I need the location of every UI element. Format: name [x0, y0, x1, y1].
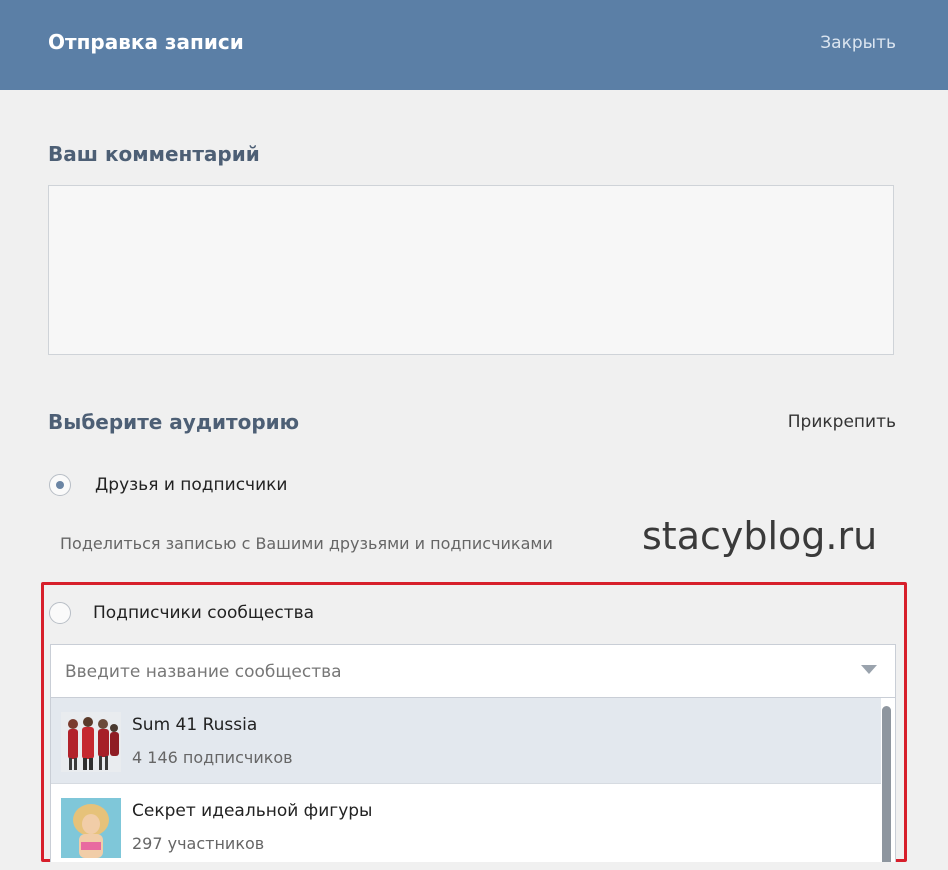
community-dropdown[interactable]: [50, 644, 896, 698]
audience-title: Выберите аудиторию: [48, 410, 300, 434]
band-photo-icon: [61, 712, 121, 772]
watermark-text: stacyblog.ru: [642, 514, 878, 558]
comment-title: Ваш комментарий: [48, 142, 260, 166]
friends-hint: Поделиться записью с Вашими друзьями и п…: [60, 534, 553, 553]
dialog-title: Отправка записи: [48, 30, 244, 54]
radio-friends[interactable]: [49, 474, 71, 496]
list-scrollbar[interactable]: [882, 706, 891, 862]
community-results-list: Sum 41 Russia 4 146 подписчиков Секрет и…: [50, 698, 896, 862]
community-search-input[interactable]: [63, 657, 847, 687]
list-item[interactable]: Секрет идеальной фигуры 297 участников: [51, 784, 881, 862]
community-count: 297 участников: [132, 834, 265, 853]
community-count: 4 146 подписчиков: [132, 748, 293, 767]
attach-link[interactable]: Прикрепить: [788, 412, 896, 432]
close-link[interactable]: Закрыть: [820, 33, 896, 53]
radio-community[interactable]: [49, 602, 71, 624]
community-name: Секрет идеальной фигуры: [132, 801, 373, 821]
dialog-header: Отправка записи Закрыть: [0, 0, 948, 90]
community-name: Sum 41 Russia: [132, 715, 258, 735]
chevron-down-icon[interactable]: [861, 665, 877, 674]
list-item[interactable]: Sum 41 Russia 4 146 подписчиков: [51, 698, 881, 783]
radio-friends-label[interactable]: Друзья и подписчики: [95, 475, 287, 495]
comment-textarea[interactable]: [48, 185, 894, 355]
radio-community-label[interactable]: Подписчики сообщества: [93, 603, 314, 623]
woman-photo-icon: [61, 798, 121, 858]
